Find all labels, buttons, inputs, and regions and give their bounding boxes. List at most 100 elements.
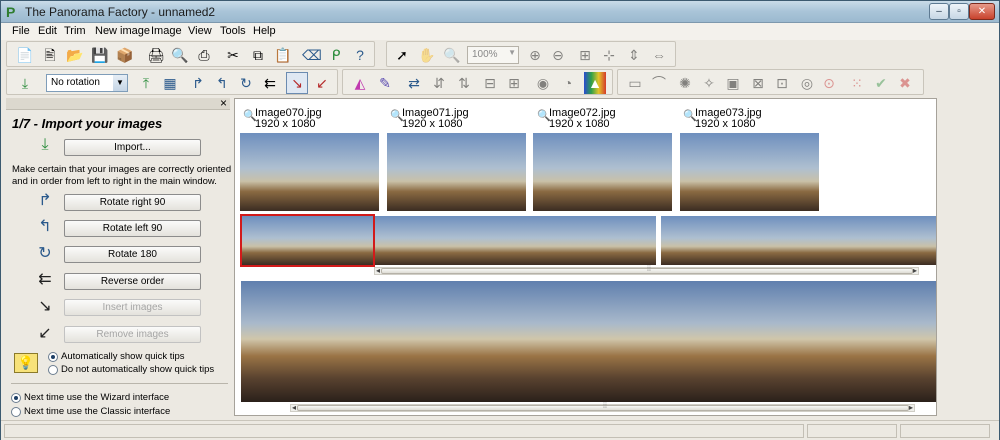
print-icon[interactable]: ⎙	[193, 44, 215, 66]
tips-auto-radio[interactable]: Automatically show quick tips	[48, 351, 185, 362]
panorama-factory-icon[interactable]: ᑭ	[325, 44, 347, 66]
color-wheel-icon[interactable]: ◉	[532, 72, 554, 94]
thumbnail-image[interactable]	[240, 133, 379, 211]
strip-scrollbar[interactable]: ◂ ⁞⁞ ▸	[374, 266, 919, 275]
maximize-button[interactable]: ▫	[949, 3, 969, 20]
panorama-icon[interactable]: ▭	[624, 72, 646, 94]
fit-both-icon[interactable]: ⊹	[598, 44, 620, 66]
scrollbar-thumb[interactable]: ⁞⁞	[297, 403, 909, 411]
menu-tools[interactable]: Tools	[220, 25, 246, 37]
eraser-icon[interactable]: ⌫	[301, 44, 323, 66]
thumbnail-image[interactable]	[680, 133, 819, 211]
rotate-right-icon: ↱	[38, 192, 52, 209]
help-pointer-icon[interactable]: ?	[349, 44, 371, 66]
copy-icon[interactable]: ⧉	[247, 44, 269, 66]
reverse-order-button[interactable]: Reverse order	[64, 273, 201, 290]
rotate-180-button[interactable]: Rotate 180	[64, 246, 201, 263]
grid-dots-icon[interactable]: ⁙	[846, 72, 868, 94]
new-project-icon[interactable]: 🖹	[39, 44, 61, 66]
menu-help[interactable]: Help	[253, 25, 276, 37]
magic-wand-icon[interactable]: ✧	[698, 72, 720, 94]
image-frame-icon[interactable]: ▣	[722, 72, 744, 94]
tips-auto-label: Automatically show quick tips	[61, 351, 185, 362]
thumbnail-label: 🔍 Image070.jpg 1920 x 1080	[243, 108, 322, 130]
scroll-right-icon[interactable]: ▸	[909, 403, 913, 412]
cut-icon[interactable]: ✂	[222, 44, 244, 66]
main-canvas[interactable]: 🔍 Image070.jpg 1920 x 1080 🔍 Image071.jp…	[234, 98, 937, 416]
reverse-order-icon[interactable]: ⇇	[259, 72, 281, 94]
scroll-left-icon[interactable]: ◂	[376, 266, 380, 275]
remove-images-icon[interactable]: ↙	[311, 72, 333, 94]
rotate-right-icon[interactable]: ↱	[187, 72, 209, 94]
scrollbar-thumb[interactable]: ⁞⁞	[381, 266, 913, 274]
color-triangle-icon[interactable]: ◭	[349, 72, 371, 94]
level-icon[interactable]: ⇅	[453, 72, 475, 94]
menu-trim[interactable]: Trim	[64, 25, 86, 37]
zoom-out-icon[interactable]: ⊖	[547, 44, 569, 66]
rotate-left-button[interactable]: Rotate left 90	[64, 220, 201, 237]
fit-window-icon[interactable]: ⊞	[574, 44, 596, 66]
rotation-combobox[interactable]: No rotation ▼	[46, 74, 128, 92]
insert-images-icon[interactable]: ↘	[286, 72, 308, 94]
classic-interface-radio[interactable]: Next time use the Classic interface	[11, 406, 170, 417]
shuffle-icon[interactable]: ⇄	[403, 72, 425, 94]
scroll-left-icon[interactable]: ◂	[292, 403, 296, 412]
strip-image[interactable]	[661, 216, 936, 265]
panorama-scrollbar[interactable]: ◂ ⁞⁞ ▸	[290, 403, 915, 412]
zoom-combobox[interactable]: 100% ▼	[467, 46, 519, 64]
color-picker-icon[interactable]: ✎	[374, 72, 396, 94]
record-icon[interactable]: ⊙	[818, 72, 840, 94]
tips-manual-radio[interactable]: Do not automatically show quick tips	[48, 364, 214, 375]
grid-icon[interactable]: ⊞	[503, 72, 525, 94]
lens-icon[interactable]: ◎	[796, 72, 818, 94]
fit-width-icon[interactable]: ⇔	[648, 44, 670, 66]
menu-view[interactable]: View	[188, 25, 212, 37]
hand-pan-icon[interactable]: ✋	[416, 44, 438, 66]
stitch-icon[interactable]: ⌒	[648, 72, 670, 94]
export-icon[interactable]: ⤒	[135, 72, 157, 94]
paste-icon[interactable]: 📋	[272, 44, 294, 66]
crop-icon[interactable]: ⊟	[479, 72, 501, 94]
remove-images-button[interactable]: Remove images	[64, 326, 201, 343]
thumbnail-image[interactable]	[533, 133, 672, 211]
cancel-x-icon[interactable]: ✖	[894, 72, 916, 94]
rotate-right-button[interactable]: Rotate right 90	[64, 194, 201, 211]
open-folder-icon[interactable]: 📂	[64, 44, 86, 66]
zoom-tool-icon[interactable]: 🔍	[441, 44, 463, 66]
package-icon[interactable]: 📦	[114, 44, 136, 66]
close-button[interactable]: ✕	[969, 3, 995, 20]
menu-image[interactable]: Image	[151, 25, 182, 37]
bulb-icon[interactable]: ◔	[557, 72, 579, 94]
import-button[interactable]: Import...	[64, 139, 201, 156]
panorama-preview[interactable]	[241, 281, 936, 402]
print-setup-icon[interactable]: 🖨	[145, 44, 167, 66]
wizard-interface-radio[interactable]: Next time use the Wizard interface	[11, 392, 169, 403]
check-icon[interactable]: ✔	[870, 72, 892, 94]
thumbnail-image[interactable]	[387, 133, 526, 211]
rotate-180-icon[interactable]: ↻	[235, 72, 257, 94]
scroll-right-icon[interactable]: ▸	[913, 266, 917, 275]
new-file-icon[interactable]: 📄	[14, 44, 36, 66]
menu-new-image[interactable]: New image	[95, 25, 150, 37]
panel-close-icon[interactable]: ×	[220, 96, 227, 110]
zoom-in-icon[interactable]: ⊕	[524, 44, 546, 66]
print-preview-icon[interactable]: 🔍	[169, 44, 191, 66]
minimize-button[interactable]: –	[929, 3, 949, 20]
blend-icon[interactable]: ⊠	[747, 72, 769, 94]
film-strip-icon[interactable]: ▦	[159, 72, 181, 94]
title-bar[interactable]: P The Panorama Factory - unnamed2 – ▫ ✕	[1, 1, 999, 23]
fit-height-icon[interactable]: ⇕	[623, 44, 645, 66]
menu-edit[interactable]: Edit	[38, 25, 57, 37]
thumbnail-label: 🔍 Image072.jpg 1920 x 1080	[537, 108, 616, 130]
histogram-icon[interactable]: ▲	[584, 72, 606, 94]
insert-images-button[interactable]: Insert images	[64, 299, 201, 316]
import-icon[interactable]: ⤓	[14, 72, 36, 94]
spherical-icon[interactable]: ✺	[674, 72, 696, 94]
rotate-left-icon[interactable]: ↰	[211, 72, 233, 94]
menu-file[interactable]: File	[12, 25, 30, 37]
mask-icon[interactable]: ⊡	[771, 72, 793, 94]
strip-image[interactable]	[375, 216, 656, 265]
save-icon[interactable]: 💾	[89, 44, 111, 66]
select-arrow-icon[interactable]: ➚	[391, 44, 413, 66]
align-icon[interactable]: ⇵	[428, 72, 450, 94]
